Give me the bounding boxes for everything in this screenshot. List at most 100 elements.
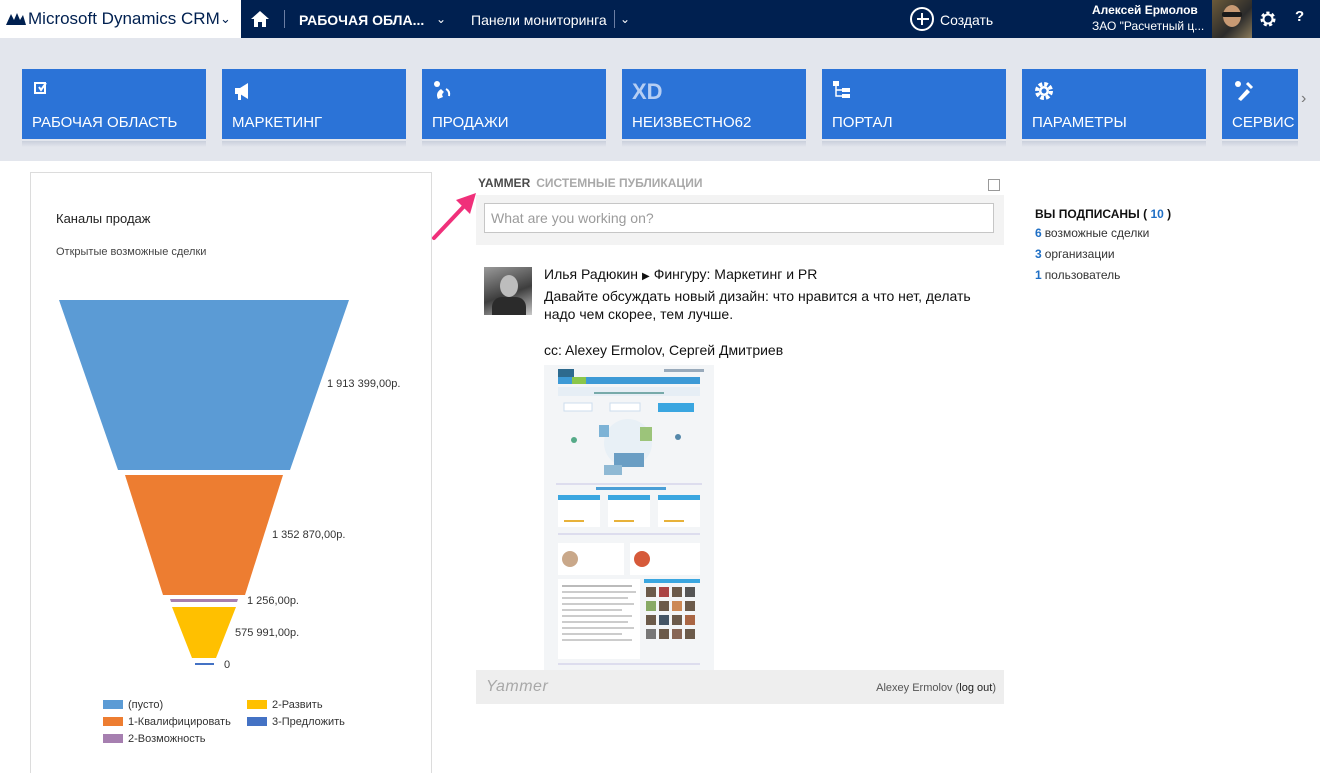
legend-label: 2-Развить: [272, 699, 323, 711]
post-cc: cc: Alexey Ermolov, Сергей Дмитриев: [544, 342, 784, 358]
tile-label: ПОРТАЛ: [832, 114, 893, 131]
navigation-tiles: РАБОЧАЯ ОБЛАСТЬ МАРКЕТИНГ ПРОДАЖИ XD НЕИ…: [0, 38, 1320, 161]
legend-swatch: [247, 700, 267, 709]
app-switcher[interactable]: Microsoft Dynamics CRM ⌄: [0, 0, 241, 38]
yammer-footer: Yammer Alexey Ermolov (log out): [476, 670, 1004, 704]
subscriptions-label: ВЫ ПОДПИСАНЫ: [1035, 207, 1140, 221]
data-label: 0: [224, 659, 231, 671]
legend-item: 2-Развить: [247, 699, 323, 711]
area-menu[interactable]: РАБОЧАЯ ОБЛА...: [299, 12, 424, 28]
tools-icon: [1235, 81, 1254, 101]
data-label: 1 913 399,00р.: [327, 378, 401, 390]
funnel-segment-empty[interactable]: [59, 300, 349, 470]
divider: [614, 10, 615, 28]
megaphone-icon: [235, 83, 248, 100]
tile-label: НЕИЗВЕСТНО62: [632, 114, 752, 131]
legend-swatch: [103, 734, 123, 743]
xd-text-icon: XD: [632, 79, 663, 104]
home-icon[interactable]: [248, 8, 272, 30]
create-label: Создать: [940, 12, 994, 28]
avatar[interactable]: [484, 267, 532, 315]
subscription-count[interactable]: 3: [1035, 247, 1042, 261]
tile-marketing[interactable]: МАРКЕТИНГ: [222, 69, 406, 147]
legend-item: (пусто): [103, 699, 163, 711]
annotation-arrow-icon: [432, 193, 476, 240]
sitemap-icon: [833, 81, 850, 98]
footer-user-name: Alexey Ermolov: [876, 682, 953, 694]
data-label: 575 991,00р.: [235, 627, 300, 639]
chevron-down-icon: ⌄: [220, 11, 231, 26]
plus-circle-icon: [910, 7, 934, 31]
funnel-segment-develop[interactable]: [172, 607, 236, 658]
subscription-item[interactable]: 6 возможные сделки: [1035, 226, 1149, 240]
tile-label: ПАРАМЕТРЫ: [1032, 114, 1127, 131]
tile-label: ПРОДАЖИ: [432, 114, 509, 131]
tab-yammer[interactable]: YAMMER: [478, 176, 530, 190]
avatar-glasses: [1222, 12, 1242, 17]
post-group[interactable]: Фингуру: Маркетинг и PR: [654, 266, 818, 282]
avatar-face: [500, 275, 518, 297]
divider: [284, 10, 285, 28]
logout-link[interactable]: log out: [959, 682, 992, 694]
subscription-label: возможные сделки: [1044, 226, 1150, 240]
subscriptions-count[interactable]: 10: [1150, 207, 1163, 221]
funnel-segment-qualify[interactable]: [125, 475, 283, 595]
post-header: Илья Радюкин ▶ Фингуру: Маркетинг и PR: [544, 265, 994, 286]
user-organization[interactable]: ЗАО "Расчетный ц...: [1092, 19, 1204, 33]
triangle-right-icon: ▶: [642, 271, 650, 282]
user-name[interactable]: Алексей Ермолов: [1092, 3, 1198, 17]
legend-swatch: [247, 717, 267, 726]
gear-icon: [1035, 82, 1053, 100]
legend-swatch: [103, 717, 123, 726]
gear-icon[interactable]: [1258, 9, 1278, 29]
tile-label: МАРКЕТИНГ: [232, 114, 323, 131]
data-label: 1 256,00р.: [247, 595, 299, 607]
legend-item: 1-Квалифицировать: [103, 716, 231, 728]
yammer-post-input[interactable]: [484, 203, 994, 233]
tab-system-posts[interactable]: СИСТЕМНЫЕ ПУБЛИКАЦИИ: [536, 176, 702, 190]
tile-service[interactable]: СЕРВИС: [1222, 69, 1298, 147]
subscription-count[interactable]: 6: [1035, 226, 1042, 240]
tile-sales[interactable]: ПРОДАЖИ: [422, 69, 606, 147]
legend-label: 3-Предложить: [272, 716, 345, 728]
app-title: Microsoft Dynamics CRM: [28, 9, 220, 28]
legend-label: 2-Возможность: [128, 733, 206, 745]
legend-item: 2-Возможность: [103, 733, 206, 745]
chevron-right-icon[interactable]: ›: [1301, 90, 1306, 108]
dashboards-menu[interactable]: Панели мониторинга: [471, 12, 607, 28]
dynamics-logo-icon: [6, 13, 26, 25]
yammer-logo[interactable]: Yammer: [486, 678, 548, 696]
tile-portal[interactable]: ПОРТАЛ: [822, 69, 1006, 147]
chart-title: Каналы продаж: [56, 211, 151, 226]
chart-subtitle: Открытые возможные сделки: [56, 246, 207, 258]
post-attachment-image[interactable]: [544, 365, 714, 671]
tile-settings[interactable]: ПАРАМЕТРЫ: [1022, 69, 1206, 147]
post-body: Давайте обсуждать новый дизайн: что нрав…: [544, 288, 971, 322]
footer-user: Alexey Ermolov (log out): [876, 682, 996, 694]
avatar-body: [492, 297, 526, 315]
avatar[interactable]: [1212, 0, 1252, 38]
legend-label: (пусто): [128, 699, 164, 711]
tile-workplace[interactable]: РАБОЧАЯ ОБЛАСТЬ: [22, 69, 206, 147]
post-author[interactable]: Илья Радюкин: [544, 266, 638, 282]
funnel-segment-opportunity[interactable]: [170, 599, 238, 602]
subscription-item[interactable]: 1 пользователь: [1035, 268, 1120, 282]
legend-swatch: [103, 700, 123, 709]
subscription-label: организации: [1044, 247, 1115, 261]
chevron-down-icon[interactable]: ⌄: [436, 12, 446, 26]
help-icon[interactable]: ?: [1295, 8, 1304, 25]
tile-label: СЕРВИС: [1232, 114, 1295, 131]
yammer-tabs: YAMMER СИСТЕМНЫЕ ПУБЛИКАЦИИ: [478, 176, 702, 190]
subscription-count[interactable]: 1: [1035, 268, 1042, 282]
yammer-composer: [476, 195, 1004, 245]
phone-icon: [434, 81, 451, 99]
tile-unknown62[interactable]: XD НЕИЗВЕСТНО62: [622, 69, 806, 147]
top-navigation-bar: Microsoft Dynamics CRM ⌄ РАБОЧАЯ ОБЛА...…: [0, 0, 1320, 38]
subscription-item[interactable]: 3 организации: [1035, 247, 1115, 261]
chevron-down-icon[interactable]: ⌄: [620, 12, 630, 26]
expand-icon[interactable]: [988, 179, 1000, 191]
legend-item: 3-Предложить: [247, 716, 345, 728]
subscription-label: пользователь: [1044, 268, 1121, 282]
subscriptions-title: ВЫ ПОДПИСАНЫ ( 10 ): [1035, 207, 1172, 221]
workplace-icon: [34, 82, 47, 94]
